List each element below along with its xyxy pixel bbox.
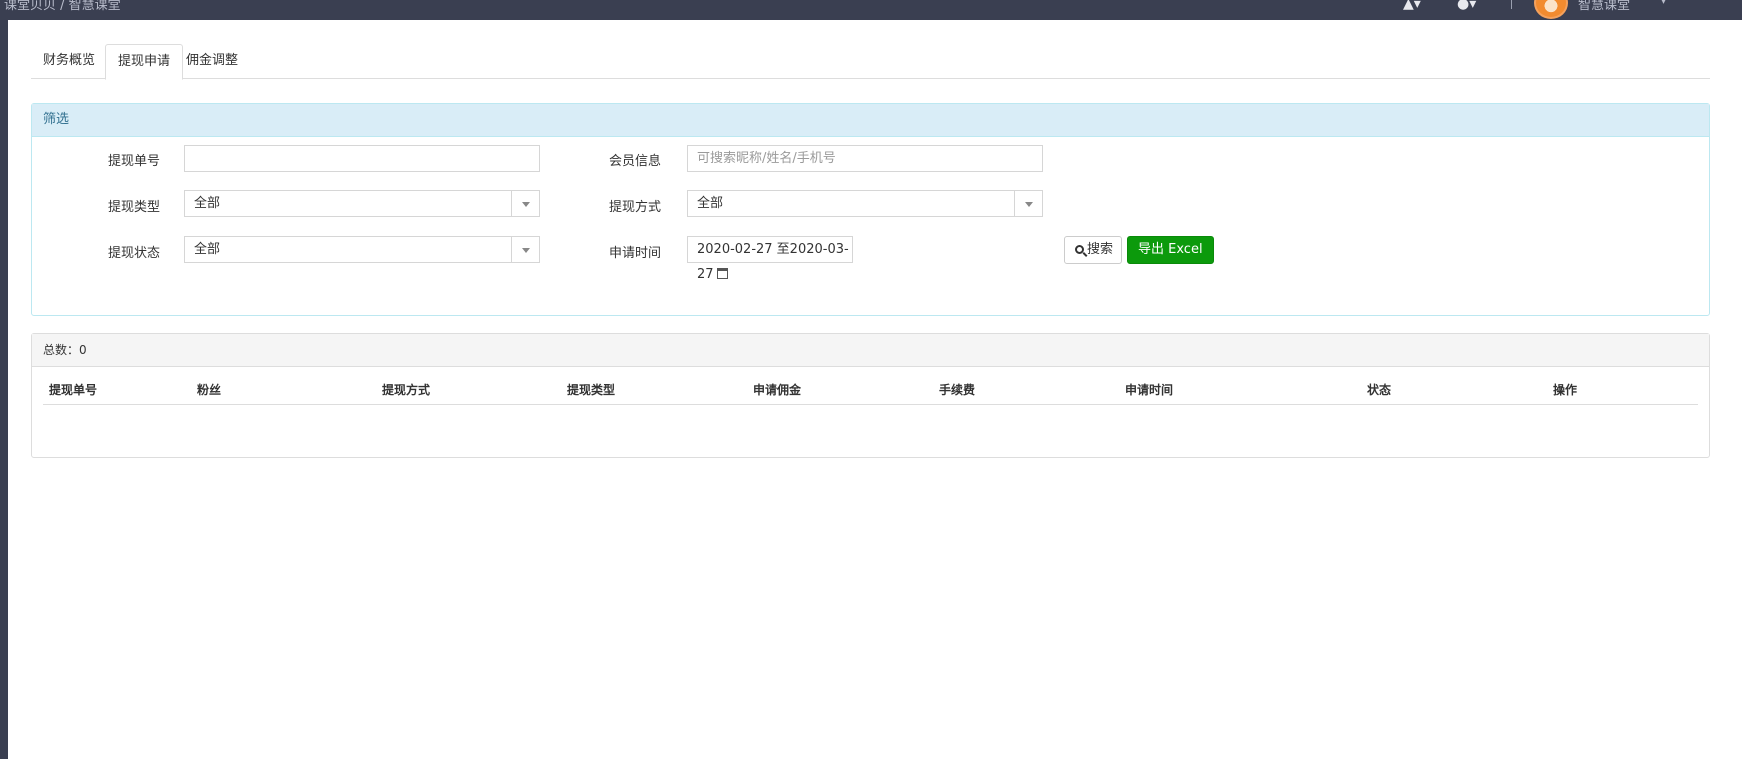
header-divider [1511, 0, 1512, 9]
caret-down-icon [1025, 202, 1033, 207]
tab-bar: 财务概览 提现申请 佣金调整 [31, 44, 1710, 80]
caret-down-icon [522, 248, 530, 253]
col-withdraw-type: 提现类型 [567, 383, 616, 397]
withdraw-type-label: 提现类型 [107, 200, 160, 215]
filter-panel: 筛选 提现单号 会员信息 提现类型 全部 提现方式 全部 提现状态 全部 申请时… [31, 103, 1710, 316]
tab-withdraw-apply[interactable]: 提现申请 [105, 44, 184, 80]
select-toggle[interactable] [511, 237, 539, 262]
search-button[interactable]: 搜索 [1064, 236, 1123, 264]
bell-icon[interactable]: ▲▾ [1403, 0, 1421, 12]
col-status: 状态 [1367, 383, 1392, 397]
col-fans: 粉丝 [197, 383, 222, 397]
col-apply-commission: 申请佣金 [753, 383, 802, 397]
date-range-picker[interactable]: 2020-02-27 至2020-03-27 [687, 236, 853, 282]
member-info-label: 会员信息 [608, 154, 661, 169]
result-panel: 总数：0 提现单号 粉丝 提现方式 提现类型 申请佣金 手续费 申请时间 状态 … [31, 333, 1710, 458]
user-name[interactable]: 智慧课堂 [1578, 0, 1630, 13]
filter-panel-title: 筛选 [32, 104, 1709, 137]
col-apply-time: 申请时间 [1125, 383, 1174, 397]
withdraw-method-value: 全部 [697, 196, 724, 211]
breadcrumb[interactable]: 课堂贝贝 / 智慧课堂 [4, 0, 121, 13]
search-icon [1075, 245, 1084, 254]
withdraw-type-value: 全部 [194, 196, 221, 211]
tab-finance-overview[interactable]: 财务概览 [31, 44, 107, 79]
export-excel-button[interactable]: 导出 Excel [1127, 236, 1214, 264]
withdraw-method-label: 提现方式 [608, 200, 661, 215]
table-header: 提现单号 粉丝 提现方式 提现类型 申请佣金 手续费 申请时间 状态 操作 [43, 379, 1698, 405]
user-icon[interactable]: ●▾ [1457, 0, 1476, 12]
apply-time-label: 申请时间 [608, 246, 661, 261]
select-toggle[interactable] [1014, 191, 1042, 216]
avatar[interactable] [1534, 0, 1568, 19]
col-actions: 操作 [1553, 383, 1578, 397]
total-count: 总数：0 [32, 334, 1709, 367]
select-toggle[interactable] [511, 191, 539, 216]
withdraw-status-value: 全部 [194, 242, 221, 257]
calendar-icon [716, 268, 728, 279]
col-fee: 手续费 [939, 383, 976, 397]
top-header-bar: 课堂贝贝 / 智慧课堂 ▲▾ ●▾ 智慧课堂 ▾ [0, 0, 1742, 20]
left-edge-strip [0, 20, 8, 759]
search-button-label: 搜索 [1087, 242, 1114, 257]
tab-commission-adjust[interactable]: 佣金调整 [174, 44, 250, 79]
member-info-input[interactable] [687, 145, 1043, 172]
col-withdraw-method: 提现方式 [382, 383, 431, 397]
order-no-input[interactable] [184, 145, 540, 172]
withdraw-method-select[interactable]: 全部 [687, 190, 1043, 217]
withdraw-type-select[interactable]: 全部 [184, 190, 540, 217]
col-order-no: 提现单号 [49, 383, 98, 397]
content-area: 财务概览 提现申请 佣金调整 筛选 提现单号 会员信息 提现类型 全部 提现方式… [8, 20, 1742, 759]
withdraw-status-select[interactable]: 全部 [184, 236, 540, 263]
chevron-down-icon[interactable]: ▾ [1661, 0, 1666, 7]
withdraw-status-label: 提现状态 [107, 246, 160, 261]
export-excel-label: 导出 Excel [1138, 242, 1203, 257]
order-no-label: 提现单号 [107, 154, 160, 169]
caret-down-icon [522, 202, 530, 207]
